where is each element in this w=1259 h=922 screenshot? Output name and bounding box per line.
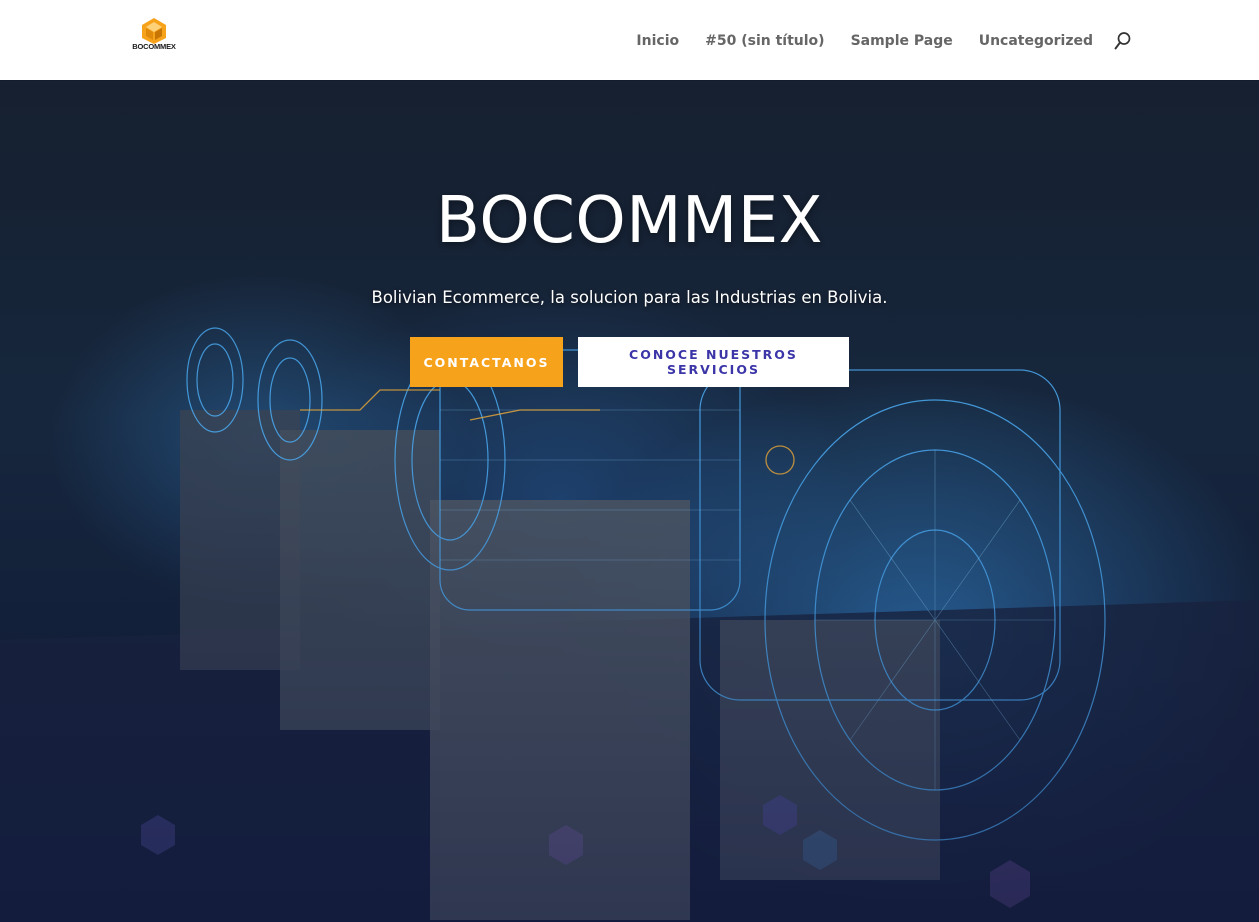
- search-button[interactable]: [1114, 31, 1132, 51]
- hero-section: BOCOMMEX Bolivian Ecommerce, la solucion…: [0, 80, 1259, 922]
- search-icon: [1114, 32, 1131, 50]
- nav-item-uncategorized[interactable]: Uncategorized: [979, 31, 1093, 51]
- nav-item-inicio[interactable]: Inicio: [636, 31, 679, 51]
- main-nav: Inicio #50 (sin título) Sample Page Unca…: [636, 31, 1093, 51]
- bocommex-logo[interactable]: BOCOMMEX: [130, 16, 178, 56]
- nav-item-sample-page[interactable]: Sample Page: [851, 31, 953, 51]
- nav-item-sin-titulo[interactable]: #50 (sin título): [705, 31, 824, 51]
- conoce-servicios-button[interactable]: CONOCE NUESTROS SERVICIOS: [578, 337, 849, 387]
- site-header: BOCOMMEX Inicio #50 (sin título) Sample …: [0, 0, 1259, 80]
- contactanos-button[interactable]: CONTACTANOS: [410, 337, 563, 387]
- logo-emblem-icon: [142, 18, 166, 44]
- hero-subtitle: Bolivian Ecommerce, la solucion para las…: [371, 288, 888, 307]
- hero-title: BOCOMMEX: [436, 184, 823, 258]
- logo-wordmark: BOCOMMEX: [132, 42, 176, 51]
